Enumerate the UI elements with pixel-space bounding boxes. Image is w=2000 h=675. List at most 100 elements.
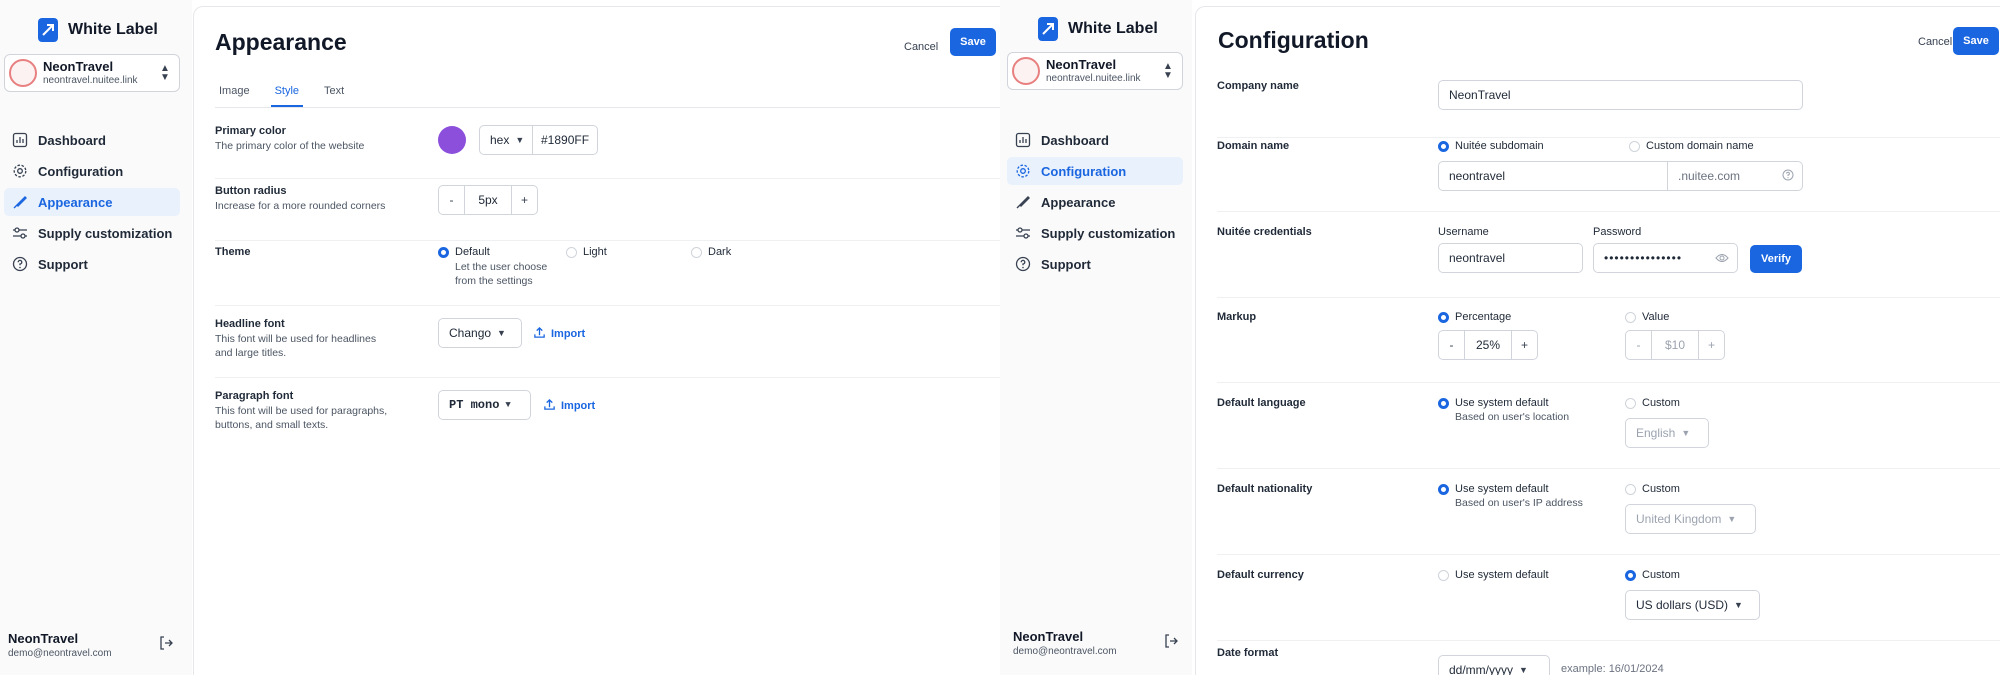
nationality-custom-radio[interactable]: Custom bbox=[1625, 483, 1680, 495]
account-avatar bbox=[1012, 57, 1040, 85]
markup-percentage-value[interactable]: 25% bbox=[1464, 331, 1512, 359]
currency-system-radio[interactable]: Use system default bbox=[1438, 569, 1549, 581]
default-currency-row: Default currency Use system default Cust… bbox=[1217, 569, 2000, 641]
sidebar-item-configuration[interactable]: Configuration bbox=[4, 157, 180, 185]
nationality-select[interactable]: United Kingdom ▼ bbox=[1625, 504, 1756, 534]
sidebar-item-support[interactable]: Support bbox=[4, 250, 180, 278]
paragraph-font-import-link[interactable]: Import bbox=[543, 398, 595, 414]
info-icon[interactable] bbox=[1782, 169, 1794, 184]
default-language-row: Default language Use system default Base… bbox=[1217, 397, 2000, 469]
decrement-button[interactable]: - bbox=[439, 186, 464, 214]
sidebar-item-dashboard[interactable]: Dashboard bbox=[4, 126, 180, 154]
credentials-row: Nuitée credentials Username neontravel P… bbox=[1217, 226, 2000, 298]
sidebar-nav: Dashboard Configuration Appearance Suppl… bbox=[4, 126, 180, 281]
save-button[interactable]: Save bbox=[1953, 27, 1999, 55]
row-label: Default language bbox=[1217, 397, 1306, 409]
domain-custom-radio[interactable]: Custom domain name bbox=[1629, 140, 1754, 152]
sliders-icon bbox=[12, 225, 28, 241]
primary-color-hex-input[interactable]: #1890FF bbox=[533, 125, 598, 155]
row-label: Headline font bbox=[215, 318, 285, 330]
color-format-select[interactable]: hex ▼ bbox=[479, 125, 533, 155]
gear-icon bbox=[1015, 163, 1031, 179]
radio-unselected-icon bbox=[1625, 312, 1636, 323]
account-switcher[interactable]: NeonTravel neontravel.nuitee.link ▲ ▼ bbox=[1007, 52, 1183, 90]
theme-default-radio[interactable]: Default Let the user choose from the set… bbox=[438, 246, 547, 288]
decrement-button[interactable]: - bbox=[1626, 331, 1651, 359]
paragraph-font-select[interactable]: PT mono ▼ bbox=[438, 390, 531, 420]
sidebar-item-appearance[interactable]: Appearance bbox=[1007, 188, 1183, 216]
eye-icon[interactable] bbox=[1715, 252, 1729, 267]
currency-select[interactable]: US dollars (USD) ▼ bbox=[1625, 590, 1760, 620]
language-system-radio[interactable]: Use system default Based on user's locat… bbox=[1438, 397, 1569, 424]
tab-text[interactable]: Text bbox=[320, 79, 348, 107]
increment-button[interactable]: + bbox=[1699, 331, 1724, 359]
sidebar-item-label: Appearance bbox=[1041, 194, 1116, 210]
user-name: NeonTravel bbox=[8, 631, 79, 646]
button-radius-stepper[interactable]: - 5px + bbox=[438, 185, 538, 215]
sidebar-item-dashboard[interactable]: Dashboard bbox=[1007, 126, 1183, 154]
markup-percentage-stepper[interactable]: - 25% + bbox=[1438, 330, 1538, 360]
row-description: The primary color of the website bbox=[215, 140, 365, 152]
sidebar-item-supply-customization[interactable]: Supply customization bbox=[1007, 219, 1183, 247]
username-input[interactable]: neontravel bbox=[1438, 243, 1583, 273]
sidebar-item-label: Support bbox=[38, 256, 88, 272]
password-input[interactable]: ••••••••••••••• bbox=[1593, 243, 1738, 273]
user-info: NeonTravel demo@neontravel.com bbox=[1013, 629, 1183, 659]
sidebar-item-support[interactable]: Support bbox=[1007, 250, 1183, 278]
date-format-select[interactable]: dd/mm/yyyy ▼ bbox=[1438, 655, 1550, 675]
increment-button[interactable]: + bbox=[1512, 331, 1537, 359]
sidebar-item-label: Supply customization bbox=[1041, 225, 1176, 241]
brand[interactable]: White Label bbox=[1038, 17, 1158, 41]
radio-unselected-icon bbox=[1625, 484, 1636, 495]
row-description: Increase for a more rounded corners bbox=[215, 200, 386, 212]
chevron-down-icon: ▼ bbox=[505, 400, 511, 410]
tab-image[interactable]: Image bbox=[215, 79, 254, 107]
decrement-button[interactable]: - bbox=[1439, 331, 1464, 359]
chevron-down-icon: ▼ bbox=[1734, 600, 1743, 610]
increment-button[interactable]: + bbox=[512, 186, 537, 214]
row-description: This font will be used for paragraphs, b… bbox=[215, 405, 388, 431]
sidebar-item-supply-customization[interactable]: Supply customization bbox=[4, 219, 180, 247]
row-label: Date format bbox=[1217, 647, 1279, 659]
save-button[interactable]: Save bbox=[950, 28, 996, 56]
sidebar-item-appearance[interactable]: Appearance bbox=[4, 188, 180, 216]
row-label: Primary color bbox=[215, 125, 286, 137]
markup-percentage-radio[interactable]: Percentage bbox=[1438, 311, 1511, 323]
upload-icon bbox=[543, 398, 556, 414]
radio-selected-icon bbox=[1625, 570, 1636, 581]
domain-name-row: Domain name Nuitée subdomain Custom doma… bbox=[1217, 140, 2000, 212]
nationality-system-radio[interactable]: Use system default Based on user's IP ad… bbox=[1438, 483, 1583, 510]
theme-dark-radio[interactable]: Dark bbox=[691, 246, 731, 258]
markup-value-radio[interactable]: Value bbox=[1625, 311, 1669, 323]
language-select[interactable]: English ▼ bbox=[1625, 418, 1709, 448]
sidebar-item-label: Supply customization bbox=[38, 225, 173, 241]
markup-amount-value[interactable]: $10 bbox=[1651, 331, 1699, 359]
verify-button[interactable]: Verify bbox=[1750, 245, 1802, 273]
radio-selected-icon bbox=[438, 247, 449, 258]
sidebar-item-label: Configuration bbox=[38, 163, 124, 179]
button-radius-row: Button radius Increase for a more rounde… bbox=[215, 185, 1000, 241]
domain-subdomain-radio[interactable]: Nuitée subdomain bbox=[1438, 140, 1544, 152]
markup-value-stepper[interactable]: - $10 + bbox=[1625, 330, 1725, 360]
currency-custom-radio[interactable]: Custom bbox=[1625, 569, 1680, 581]
tab-style[interactable]: Style bbox=[270, 79, 304, 107]
logout-icon[interactable] bbox=[1163, 633, 1179, 649]
headline-font-import-link[interactable]: Import bbox=[533, 326, 585, 342]
account-name: NeonTravel bbox=[43, 59, 114, 74]
language-custom-radio[interactable]: Custom bbox=[1625, 397, 1680, 409]
user-name: NeonTravel bbox=[1013, 629, 1084, 644]
headline-font-select[interactable]: Chango ▼ bbox=[438, 318, 522, 348]
cancel-button[interactable]: Cancel bbox=[904, 41, 938, 53]
company-name-input[interactable]: NeonTravel bbox=[1438, 80, 1803, 110]
account-switcher[interactable]: NeonTravel neontravel.nuitee.link ▲ ▼ bbox=[4, 54, 180, 92]
brand[interactable]: White Label bbox=[38, 18, 158, 42]
logout-icon[interactable] bbox=[158, 635, 174, 651]
sidebar-item-configuration[interactable]: Configuration bbox=[1007, 157, 1183, 185]
button-radius-value[interactable]: 5px bbox=[464, 186, 512, 214]
row-label: Default currency bbox=[1217, 569, 1304, 581]
cancel-button[interactable]: Cancel bbox=[1918, 36, 1952, 48]
sidebar: White Label NeonTravel neontravel.nuitee… bbox=[1000, 0, 1192, 675]
theme-light-radio[interactable]: Light bbox=[566, 246, 607, 258]
primary-color-swatch[interactable] bbox=[438, 126, 466, 154]
subdomain-input[interactable]: neontravel bbox=[1438, 161, 1668, 191]
